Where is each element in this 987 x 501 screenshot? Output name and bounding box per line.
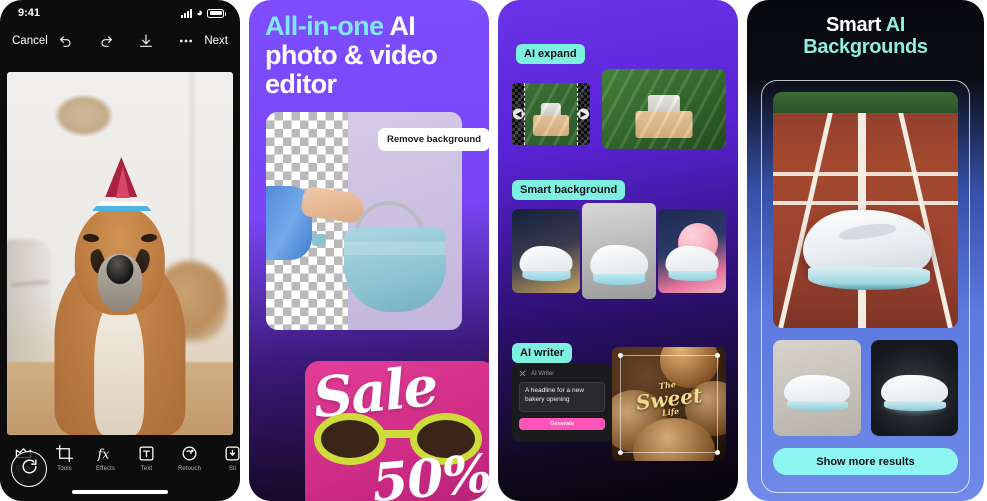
tool-text[interactable]: Text (137, 443, 156, 472)
sticker-icon (223, 443, 240, 463)
title-mint-backgrounds: Backgrounds (803, 36, 928, 59)
product-jar-cap-small (540, 102, 562, 117)
cellular-signal-icon (181, 8, 193, 18)
ai-writer-generate-button[interactable]: Generate (519, 418, 605, 430)
next-button[interactable]: Next (204, 35, 228, 47)
promo-headline-block: All-in-one AI photo & video editor (249, 0, 489, 99)
app-store-screenshot-gallery: 9:41 ◕ Cancel Next Tools fx Effects Text… (0, 0, 987, 501)
tool-tools[interactable]: Tools (55, 443, 74, 472)
result-thumbnail-1[interactable] (773, 340, 861, 436)
editor-top-bar: Cancel Next (0, 26, 240, 56)
sneaker-thumb-dark (881, 374, 948, 411)
remove-background-tooltip: Remove background (378, 128, 489, 151)
ai-writer-header: AI Writer (519, 370, 605, 377)
sneaker-thumb-light (783, 374, 850, 411)
sneaker-main (802, 210, 933, 290)
tool-retouch-label: Retouch (178, 466, 202, 472)
tool-tools-label: Tools (57, 466, 72, 472)
battery-icon (207, 8, 226, 18)
sale-poster[interactable]: Sale 50% (305, 361, 489, 501)
download-icon[interactable] (138, 33, 154, 49)
tool-text-label: Text (140, 466, 153, 472)
editor-actions (58, 33, 194, 49)
party-hat-highlight (115, 166, 130, 199)
text-icon (137, 443, 156, 463)
fx-icon: fx (96, 443, 115, 463)
smart-background-thumb-1[interactable] (512, 209, 580, 293)
purse-tab (312, 234, 326, 246)
ai-expand-before-image[interactable]: ◀ ▶ (512, 83, 590, 145)
product-jar-small (533, 115, 569, 137)
product-jar-large (635, 110, 693, 138)
more-options-icon[interactable] (178, 33, 194, 49)
party-hat-band (91, 201, 152, 211)
tag-ai-writer: AI writer (512, 343, 573, 363)
ai-writer-prompt-input[interactable]: A headline for a new bakery opening (519, 382, 605, 412)
purse-body (344, 228, 446, 312)
redo-icon[interactable] (98, 33, 114, 49)
dog-nose (106, 255, 134, 285)
home-indicator (72, 490, 168, 494)
undo-icon[interactable] (58, 33, 74, 49)
track-cross-line-1 (773, 172, 958, 177)
ai-writer-panel: AI Writer A headline for a new bakery op… (512, 364, 612, 442)
screen-photo-editor: 9:41 ◕ Cancel Next Tools fx Effects Text… (0, 0, 240, 501)
sneaker-thumb-1 (519, 245, 573, 281)
screen-ai-features: AI expand ◀ ▶ Smart background AI writer… (498, 0, 738, 501)
retouch-icon (178, 443, 201, 463)
tag-smart-background: Smart background (512, 180, 626, 200)
tool-stickers-label: Sti (228, 466, 237, 472)
sneaker-thumb-3 (665, 245, 719, 281)
dog-chest (94, 297, 144, 435)
status-time: 9:41 (18, 7, 41, 19)
product-jar-cap-large (647, 94, 681, 113)
tool-effects-label: Effects (96, 466, 115, 472)
screen-smart-ai-backgrounds: Smart AI Backgrounds Show more results (747, 0, 984, 501)
smart-background-results (512, 203, 726, 299)
ai-writer-title: AI Writer (531, 370, 555, 377)
smart-background-thumb-2[interactable] (582, 203, 656, 299)
track-grass (773, 92, 958, 114)
editor-tool-bar: Quick Tools fx Effects (0, 435, 240, 501)
sale-percent-text: 50% (369, 442, 489, 501)
headline-ai: AI (383, 11, 416, 41)
headline-accent: All-in-one (265, 11, 384, 41)
title-mint-ai: AI (885, 14, 906, 36)
track-cross-line-2 (773, 200, 958, 205)
headline-line3: editor (265, 68, 337, 99)
result-thumbnail-row (773, 340, 958, 436)
title-white-part: Smart (825, 14, 886, 36)
main-result-image[interactable] (773, 92, 958, 328)
headline-line2: photo & video (265, 39, 438, 70)
tool-retouch[interactable]: Retouch (178, 443, 201, 472)
tool-stickers[interactable]: Sti (223, 443, 240, 472)
screen-all-in-one-promo: All-in-one AI photo & video editor Remov… (249, 0, 489, 501)
text-selection-box[interactable] (618, 353, 720, 455)
tag-ai-expand: AI expand (516, 44, 585, 64)
wifi-icon: ◕ (196, 6, 203, 19)
refresh-icon (20, 457, 39, 481)
cancel-button[interactable]: Cancel (12, 35, 48, 47)
smart-backgrounds-title: Smart AI Backgrounds (747, 0, 984, 59)
smart-background-thumb-3[interactable] (658, 209, 726, 293)
close-icon[interactable] (519, 370, 526, 377)
status-icons: ◕ (181, 6, 226, 19)
editor-canvas-photo[interactable] (7, 72, 233, 435)
crop-icon (55, 443, 74, 463)
arrow-right-icon[interactable]: ▶ (578, 108, 589, 120)
promo-headline: All-in-one AI photo & video editor (265, 12, 475, 99)
tool-effects[interactable]: fx Effects (96, 443, 115, 472)
sweet-life-poster[interactable]: The Sweet Life (612, 347, 726, 461)
arrow-left-icon[interactable]: ◀ (513, 108, 524, 120)
show-more-results-button[interactable]: Show more results (773, 448, 958, 475)
reset-button[interactable] (11, 451, 47, 487)
sneaker-thumb-2 (590, 245, 648, 285)
ai-expand-after-image[interactable] (602, 69, 726, 149)
svg-text:fx: fx (97, 446, 110, 461)
result-thumbnail-2[interactable] (870, 340, 958, 436)
status-bar: 9:41 ◕ (0, 0, 240, 26)
